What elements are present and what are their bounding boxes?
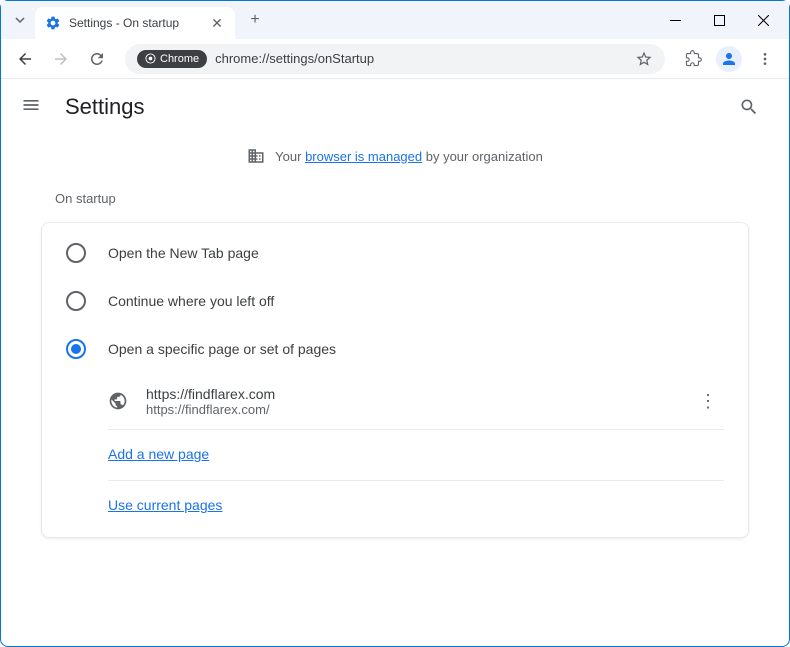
page-title-text: https://findflarex.com xyxy=(146,386,674,402)
settings-content: On startup Open the New Tab page Continu… xyxy=(1,191,789,538)
bookmark-star-icon[interactable] xyxy=(635,50,653,68)
startup-page-row: https://findflarex.com https://findflare… xyxy=(108,373,724,430)
new-tab-button[interactable]: + xyxy=(241,6,269,34)
tab-title: Settings - On startup xyxy=(69,16,201,30)
maximize-button[interactable] xyxy=(697,4,741,36)
window-titlebar: Settings - On startup ✕ + xyxy=(1,1,789,39)
page-url-text: https://findflarex.com/ xyxy=(146,402,674,417)
use-current-link[interactable]: Use current pages xyxy=(108,497,222,513)
extensions-icon[interactable] xyxy=(677,43,709,75)
settings-header: Settings xyxy=(1,79,789,135)
minimize-button[interactable] xyxy=(653,4,697,36)
globe-icon xyxy=(108,391,128,411)
page-title: Settings xyxy=(65,94,145,120)
radio-label: Continue where you left off xyxy=(108,293,274,309)
add-page-row: Add a new page xyxy=(108,430,724,481)
search-icon[interactable] xyxy=(729,87,769,127)
reload-button[interactable] xyxy=(81,43,113,75)
managed-text: Your browser is managed by your organiza… xyxy=(275,149,543,164)
radio-icon xyxy=(66,291,86,311)
page-info: https://findflarex.com https://findflare… xyxy=(146,386,674,417)
startup-card: Open the New Tab page Continue where you… xyxy=(41,222,749,538)
forward-button[interactable] xyxy=(45,43,77,75)
gear-icon xyxy=(45,15,61,31)
tab-search-dropdown[interactable] xyxy=(5,5,35,35)
address-bar[interactable]: Chrome chrome://settings/onStartup xyxy=(125,44,665,74)
hamburger-menu-icon[interactable] xyxy=(21,95,45,119)
use-current-row: Use current pages xyxy=(108,481,724,531)
radio-continue[interactable]: Continue where you left off xyxy=(42,277,748,325)
radio-label: Open the New Tab page xyxy=(108,245,259,261)
more-actions-icon[interactable]: ⋮ xyxy=(692,385,724,417)
url-text: chrome://settings/onStartup xyxy=(215,51,627,66)
browser-tab[interactable]: Settings - On startup ✕ xyxy=(35,7,235,39)
radio-new-tab[interactable]: Open the New Tab page xyxy=(42,229,748,277)
managed-banner: Your browser is managed by your organiza… xyxy=(1,135,789,177)
add-page-link[interactable]: Add a new page xyxy=(108,446,209,462)
radio-specific-pages[interactable]: Open a specific page or set of pages xyxy=(42,325,748,373)
close-window-button[interactable] xyxy=(741,4,785,36)
building-icon xyxy=(247,147,265,165)
radio-icon xyxy=(66,339,86,359)
menu-icon[interactable] xyxy=(749,43,781,75)
radio-icon xyxy=(66,243,86,263)
profile-button[interactable] xyxy=(713,43,745,75)
close-tab-icon[interactable]: ✕ xyxy=(209,15,225,31)
radio-label: Open a specific page or set of pages xyxy=(108,341,336,357)
startup-pages-subsection: https://findflarex.com https://findflare… xyxy=(42,373,748,531)
managed-link[interactable]: browser is managed xyxy=(305,149,422,164)
browser-toolbar: Chrome chrome://settings/onStartup xyxy=(1,39,789,79)
chrome-chip: Chrome xyxy=(137,50,207,68)
section-title: On startup xyxy=(55,191,749,206)
avatar-icon xyxy=(716,46,742,72)
back-button[interactable] xyxy=(9,43,41,75)
